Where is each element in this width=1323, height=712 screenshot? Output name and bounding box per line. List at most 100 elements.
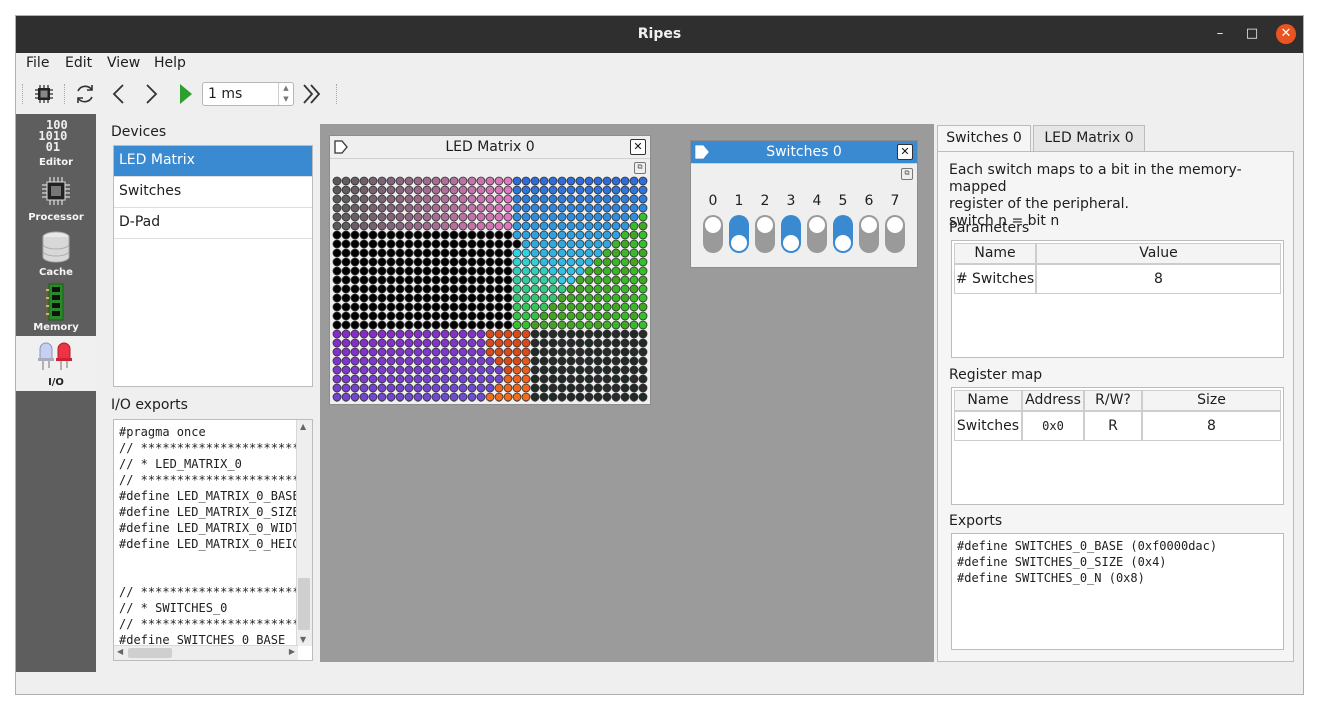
led-cell: [620, 356, 630, 366]
led-matrix-window[interactable]: LED Matrix 0 ✕ ⧉: [329, 135, 651, 405]
led-cell: [494, 374, 504, 384]
device-item-switches[interactable]: Switches: [114, 177, 312, 208]
led-cell: [467, 257, 477, 267]
led-cell: [530, 248, 540, 258]
sidebar-item-label: Memory: [33, 322, 79, 333]
scroll-right-icon[interactable]: ▶: [289, 647, 295, 656]
led-cell: [485, 248, 495, 258]
led-cell: [638, 338, 648, 348]
chevron-right-icon: [146, 84, 158, 104]
led-cell: [593, 338, 603, 348]
led-cell: [431, 347, 441, 357]
led-cell: [359, 374, 369, 384]
led-cell: [377, 374, 387, 384]
led-cell: [485, 374, 495, 384]
restore-icon[interactable]: ⧉: [901, 168, 913, 180]
switch-toggle[interactable]: [833, 215, 853, 253]
led-cell: [620, 266, 630, 276]
led-cell: [440, 302, 450, 312]
spin-arrows[interactable]: ▲ ▼: [278, 83, 293, 105]
led-cell: [503, 185, 513, 195]
reverse-button[interactable]: [107, 82, 131, 106]
sidebar-item-editor[interactable]: 100 1010 01 Editor: [16, 116, 96, 171]
led-cell: [638, 275, 648, 285]
select-processor-button[interactable]: [32, 82, 56, 106]
scrollbar-thumb[interactable]: [298, 578, 310, 630]
led-cell: [359, 365, 369, 375]
led-cell: [611, 239, 621, 249]
led-cell: [395, 212, 405, 222]
device-item-led-matrix[interactable]: LED Matrix: [114, 146, 312, 177]
switch-count-cell[interactable]: 8: [1036, 264, 1281, 294]
led-cell: [566, 347, 576, 357]
led-cell: [503, 392, 513, 402]
switch-toggle[interactable]: [885, 215, 905, 253]
scrollbar-thumb[interactable]: [128, 648, 172, 658]
led-cell: [350, 284, 360, 294]
led-matrix-grid: [332, 176, 648, 402]
switch-toggle[interactable]: [729, 215, 749, 253]
switches-window-title[interactable]: Switches 0: [691, 141, 917, 164]
minimize-button[interactable]: –: [1210, 24, 1230, 44]
led-cell: [575, 338, 585, 348]
sidebar-item-io[interactable]: I/O: [16, 336, 96, 391]
device-item-dpad[interactable]: D-Pad: [114, 208, 312, 239]
close-button[interactable]: ✕: [1276, 24, 1296, 44]
vertical-scrollbar[interactable]: ▲ ▼: [296, 420, 312, 646]
io-exports-text[interactable]: #pragma once // *************************…: [113, 419, 313, 661]
scroll-up-icon[interactable]: ▲: [300, 422, 306, 431]
tab-switches[interactable]: Switches 0: [937, 125, 1031, 153]
run-button[interactable]: [173, 82, 197, 106]
clock-button[interactable]: [139, 82, 163, 106]
fast-execute-button[interactable]: [300, 82, 324, 106]
led-cell: [422, 230, 432, 240]
scroll-left-icon[interactable]: ◀: [117, 647, 123, 656]
led-cell: [611, 257, 621, 267]
switch-toggle[interactable]: [781, 215, 801, 253]
led-cell: [611, 203, 621, 213]
led-cell: [467, 194, 477, 204]
tab-led-matrix[interactable]: LED Matrix 0: [1033, 125, 1145, 152]
menu-file[interactable]: File: [26, 55, 49, 71]
led-cell: [449, 338, 459, 348]
menu-edit[interactable]: Edit: [65, 55, 92, 71]
led-cell: [548, 329, 558, 339]
switch-toggle[interactable]: [859, 215, 879, 253]
restore-icon[interactable]: ⧉: [634, 162, 646, 174]
switch-knob: [835, 235, 851, 251]
led-cell: [431, 212, 441, 222]
led-cell: [521, 356, 531, 366]
menu-help[interactable]: Help: [154, 55, 186, 71]
led-cell: [521, 347, 531, 357]
led-cell: [593, 221, 603, 231]
switch-toggle[interactable]: [807, 215, 827, 253]
reset-button[interactable]: [73, 82, 97, 106]
maximize-button[interactable]: □: [1242, 24, 1262, 44]
menu-view[interactable]: View: [107, 55, 140, 71]
led-cell: [521, 302, 531, 312]
led-cell: [485, 257, 495, 267]
led-cell: [584, 257, 594, 267]
led-cell: [404, 365, 414, 375]
led-cell: [557, 374, 567, 384]
led-cell: [611, 266, 621, 276]
led-cell: [458, 284, 468, 294]
cpu-icon: [42, 177, 70, 205]
scroll-down-icon[interactable]: ▼: [300, 635, 306, 644]
close-icon[interactable]: ✕: [897, 144, 913, 160]
sidebar-item-cache[interactable]: Cache: [16, 226, 96, 281]
delay-spinbox[interactable]: 1 ms ▲ ▼: [202, 82, 294, 106]
led-cell: [494, 176, 504, 186]
switch-toggle[interactable]: [703, 215, 723, 253]
switch-toggle[interactable]: [755, 215, 775, 253]
sidebar-item-memory[interactable]: Memory: [16, 281, 96, 336]
led-cell: [458, 221, 468, 231]
exports-text[interactable]: #define SWITCHES_0_BASE (0xf0000dac) #de…: [951, 533, 1284, 650]
switches-window[interactable]: Switches 0 ✕ ⧉ 01234567: [690, 140, 918, 268]
led-cell: [539, 266, 549, 276]
horizontal-scrollbar[interactable]: ◀ ▶: [114, 645, 298, 660]
led-cell: [458, 365, 468, 375]
sidebar-item-processor[interactable]: Processor: [16, 171, 96, 226]
led-matrix-window-title[interactable]: LED Matrix 0: [330, 136, 650, 159]
close-icon[interactable]: ✕: [630, 139, 646, 155]
